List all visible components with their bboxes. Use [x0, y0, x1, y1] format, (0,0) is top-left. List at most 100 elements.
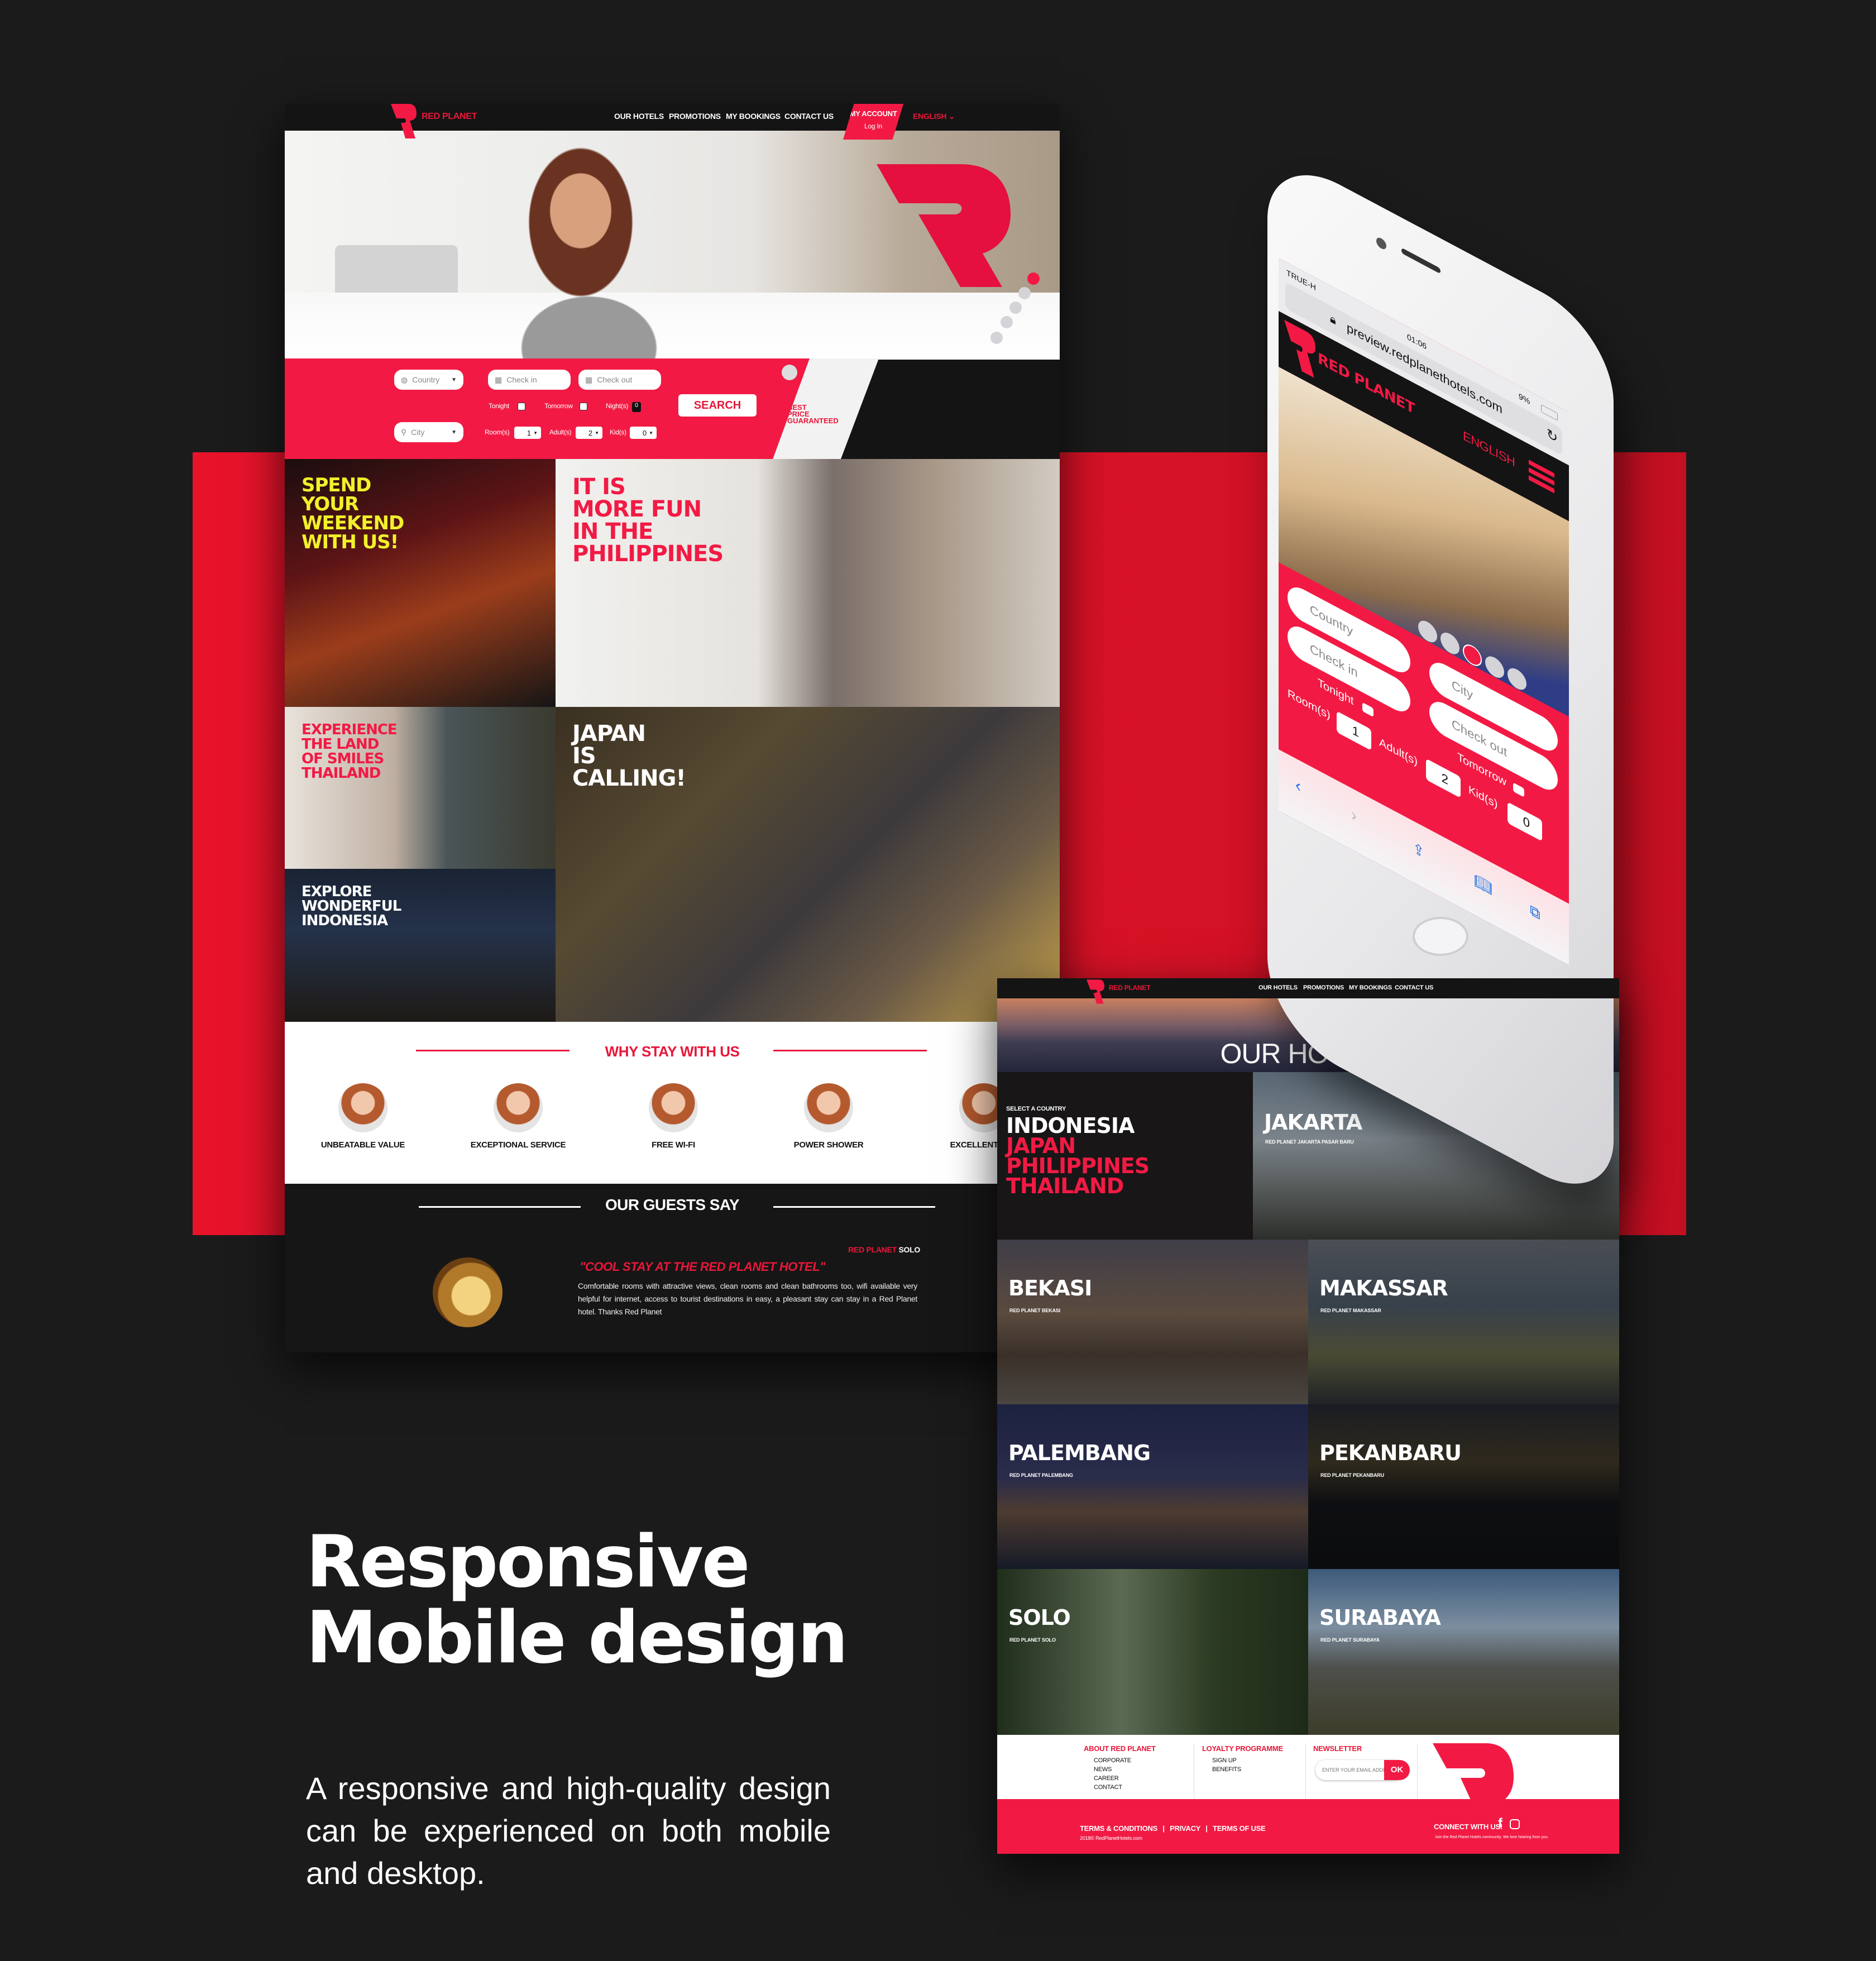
- terms-conditions-link[interactable]: TERMS & CONDITIONS: [1080, 1824, 1157, 1833]
- bookmarks-icon[interactable]: 📖︎: [1474, 871, 1492, 898]
- home-button[interactable]: [1413, 917, 1468, 956]
- footer-link-news[interactable]: NEWS: [1094, 1765, 1112, 1774]
- review-quote: "COOL STAY AT THE RED PLANET HOTEL": [580, 1260, 826, 1274]
- red-planet-logo-icon: [1284, 319, 1315, 378]
- hamburger-menu-icon[interactable]: [1529, 460, 1554, 495]
- tomorrow-checkbox[interactable]: [580, 403, 587, 410]
- nav-our-hotels[interactable]: OUR HOTELS: [614, 112, 664, 121]
- forward-icon[interactable]: ›: [1351, 805, 1357, 826]
- instagram-icon[interactable]: [1510, 1819, 1520, 1829]
- hero-banner: [285, 131, 1060, 360]
- footer-about-title: ABOUT RED PLANET: [1084, 1744, 1156, 1753]
- rooms-label: Room(s): [485, 428, 510, 436]
- kids-select[interactable]: 0 ▼: [630, 427, 657, 439]
- city-card-solo[interactable]: SOLO RED PLANET SOLO: [997, 1569, 1308, 1735]
- log-in-link[interactable]: Log In: [843, 122, 903, 130]
- feature-exceptional-service: EXCEPTIONAL SERVICE: [462, 1083, 574, 1150]
- brand-name[interactable]: RED PLANET: [422, 112, 477, 122]
- caret-down-icon: ▼: [533, 430, 538, 436]
- nav-contact-us[interactable]: CONTACT US: [1395, 984, 1433, 991]
- slide-dot[interactable]: [1018, 287, 1031, 299]
- promo-tile-philippines[interactable]: IT IS MORE FUN IN THE PHILIPPINES: [556, 459, 1060, 707]
- check-in-input[interactable]: ▦ Check in: [488, 370, 571, 390]
- caret-down-icon: ▼: [649, 430, 653, 436]
- privacy-link[interactable]: PRIVACY: [1170, 1824, 1200, 1833]
- nights-label: Night(s): [606, 402, 629, 410]
- kids-select[interactable]: 0: [1508, 802, 1542, 841]
- promo-text: JAPAN IS CALLING!: [572, 721, 686, 791]
- back-icon[interactable]: ‹: [1295, 775, 1301, 797]
- promo-tile-weekend[interactable]: SPEND YOUR WEEKEND WITH US!: [285, 459, 556, 707]
- country-indonesia[interactable]: INDONESIA: [1006, 1115, 1135, 1136]
- city-select[interactable]: ⚲ City ▼: [394, 422, 463, 442]
- country-select[interactable]: ◍ Country ▼: [394, 370, 463, 390]
- promo-text: EXPLORE WONDERFUL INDONESIA: [302, 883, 401, 929]
- language-selector[interactable]: ENGLISH: [1463, 428, 1515, 470]
- slide-dot[interactable]: [1001, 316, 1013, 328]
- brand-name[interactable]: RED PLANET: [1109, 984, 1151, 992]
- facebook-icon[interactable]: f: [1498, 1816, 1502, 1831]
- globe-icon: ◍: [401, 375, 408, 384]
- feature-label: FREE WI-FI: [652, 1140, 695, 1150]
- tabs-icon[interactable]: ⧉: [1530, 901, 1540, 924]
- city-name: SURABAYA: [1319, 1605, 1441, 1630]
- country-japan[interactable]: JAPAN: [1006, 1135, 1076, 1156]
- slide-dot[interactable]: [1027, 272, 1040, 285]
- calendar-icon: ▦: [495, 375, 502, 384]
- hotel-name: RED PLANET PALEMBANG: [1009, 1472, 1073, 1478]
- tomorrow-checkbox[interactable]: [1513, 782, 1524, 797]
- check-out-input[interactable]: ▦ Check out: [578, 370, 661, 390]
- adults-value: 2: [588, 428, 593, 437]
- feature-avatar: [338, 1083, 387, 1132]
- footer-link-sign-up[interactable]: SIGN UP: [1212, 1756, 1237, 1765]
- city-card-pekanbaru[interactable]: PEKANBARU RED PLANET PEKANBARU: [1308, 1404, 1619, 1569]
- city-card-makassar[interactable]: MAKASSAR RED PLANET MAKASSAR: [1308, 1240, 1619, 1404]
- feature-unbeatable-value: UNBEATABLE VALUE: [307, 1083, 419, 1150]
- city-card-palembang[interactable]: PALEMBANG RED PLANET PALEMBANG: [997, 1404, 1308, 1569]
- city-card-surabaya[interactable]: SURABAYA RED PLANET SURABAYA: [1308, 1569, 1619, 1735]
- hotel-name: RED PLANET JAKARTA PASAR BARU: [1265, 1139, 1354, 1145]
- tonight-checkbox[interactable]: [1362, 702, 1374, 718]
- nav-our-hotels[interactable]: OUR HOTELS: [1258, 984, 1298, 991]
- tonight-label: Tonight: [489, 402, 510, 410]
- footer-link-benefits[interactable]: BENEFITS: [1212, 1765, 1241, 1774]
- slide-dot[interactable]: [1009, 302, 1022, 314]
- copyright: 2018© RedPlanetHotels.com: [1080, 1835, 1142, 1841]
- promo-tile-japan[interactable]: JAPAN IS CALLING!: [556, 707, 1060, 1022]
- search-button[interactable]: SEARCH: [678, 394, 757, 417]
- nav-contact-us[interactable]: CONTACT US: [784, 112, 834, 121]
- footer-link-contact[interactable]: CONTACT: [1094, 1783, 1122, 1792]
- rooms-select[interactable]: 1: [1337, 711, 1371, 751]
- newsletter-ok-button[interactable]: OK: [1384, 1760, 1410, 1780]
- select-country-label: SELECT A COUNTRY: [1006, 1106, 1066, 1112]
- lock-icon: 🔒︎: [1330, 312, 1336, 328]
- slide-dot[interactable]: [990, 332, 1003, 344]
- nav-promotions[interactable]: PROMOTIONS: [669, 112, 721, 121]
- nav-promotions[interactable]: PROMOTIONS: [1303, 984, 1344, 991]
- promo-tile-indonesia[interactable]: EXPLORE WONDERFUL INDONESIA: [285, 869, 556, 1022]
- city-card-bekasi[interactable]: BEKASI RED PLANET BEKASI: [997, 1240, 1308, 1404]
- language-selector[interactable]: ENGLISH ⌄: [913, 112, 955, 121]
- reload-icon[interactable]: ↻: [1547, 425, 1558, 447]
- kids-label: Kid(s): [610, 428, 626, 436]
- hotel-name: RED PLANET SURABAYA: [1320, 1637, 1380, 1643]
- country-thailand[interactable]: THAILAND: [1006, 1175, 1124, 1197]
- tonight-checkbox[interactable]: [518, 403, 525, 410]
- feature-free-wifi: FREE WI-FI: [618, 1083, 729, 1150]
- country-placeholder: Country: [1310, 601, 1353, 639]
- promo-text: IT IS MORE FUN IN THE PHILIPPINES: [572, 474, 724, 567]
- nav-my-bookings[interactable]: MY BOOKINGS: [1349, 984, 1392, 991]
- footer-link-career[interactable]: CAREER: [1094, 1774, 1119, 1783]
- share-icon[interactable]: ⇪: [1413, 839, 1425, 863]
- promo-tile-thailand[interactable]: EXPERIENCE THE LAND OF SMILES THAILAND: [285, 707, 556, 869]
- country-philippines[interactable]: PHILIPPINES: [1006, 1155, 1150, 1176]
- footer-link-corporate[interactable]: CORPORATE: [1094, 1756, 1131, 1765]
- adults-select[interactable]: 2: [1426, 758, 1461, 798]
- best-price-guaranteed-label: BEST PRICE GUARANTEED: [787, 404, 839, 424]
- city-name: MAKASSAR: [1319, 1276, 1448, 1300]
- adults-select[interactable]: 2 ▼: [576, 427, 602, 439]
- terms-of-use-link[interactable]: TERMS OF USE: [1213, 1824, 1266, 1833]
- rooms-select[interactable]: 1 ▼: [514, 427, 541, 439]
- nav-my-bookings[interactable]: MY BOOKINGS: [726, 112, 781, 121]
- promo-text: SPEND YOUR WEEKEND WITH US!: [302, 474, 404, 553]
